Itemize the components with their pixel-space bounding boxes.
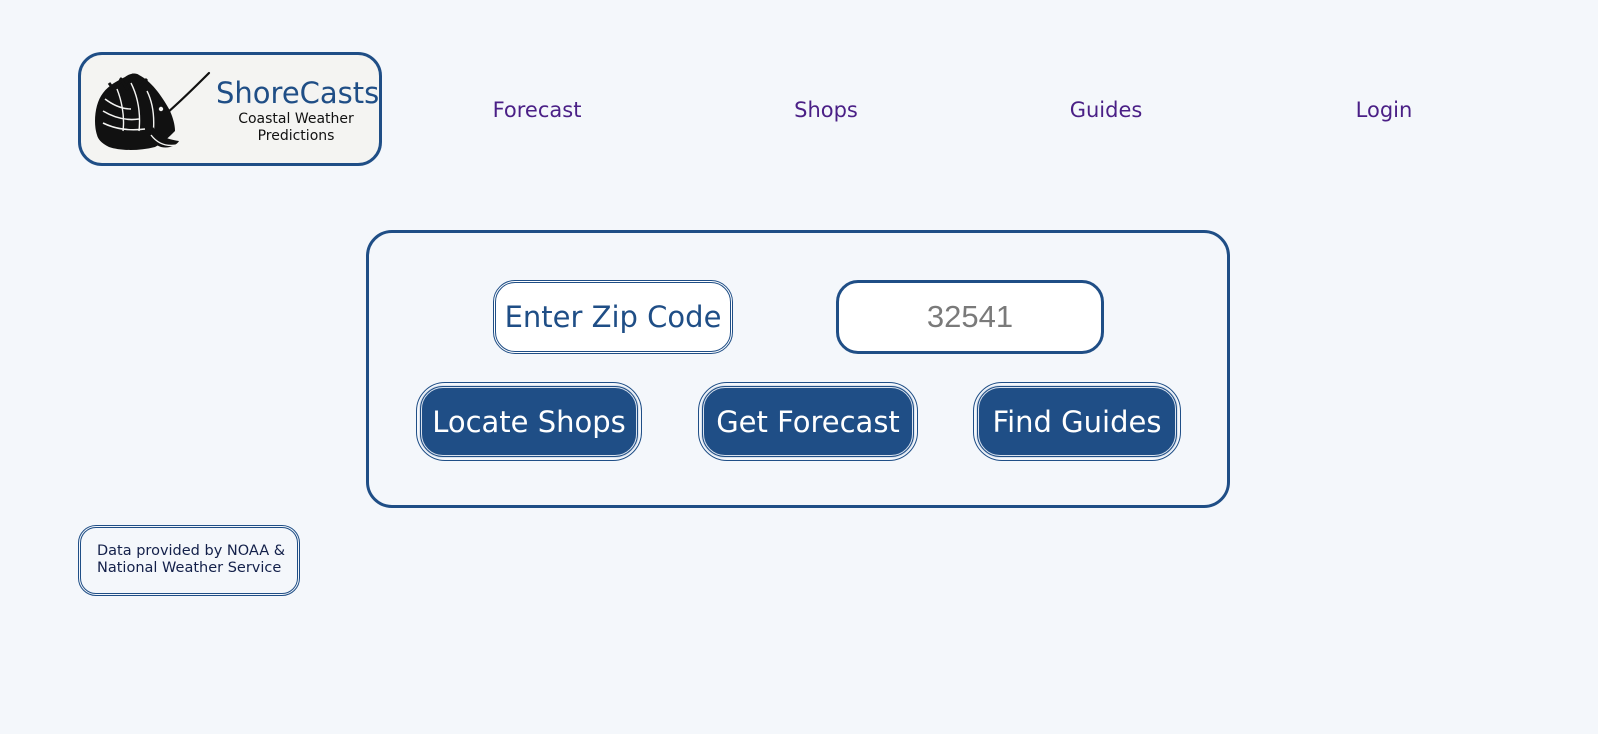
data-credit: Data provided by NOAA & National Weather… [78, 525, 300, 596]
nav-login[interactable]: Login [1356, 97, 1413, 123]
zip-code-label: Enter Zip Code [493, 280, 733, 354]
find-guides-button[interactable]: Find Guides [973, 382, 1181, 461]
nav-guides[interactable]: Guides [1070, 97, 1143, 123]
locate-shops-button[interactable]: Locate Shops [416, 382, 642, 461]
nav-shops[interactable]: Shops [794, 97, 858, 123]
brand-tagline: Coastal Weather Predictions [238, 111, 354, 144]
zip-code-input[interactable] [836, 280, 1104, 354]
sailfish-icon [95, 71, 211, 150]
brand-logo[interactable]: ShoreCasts Coastal Weather Predictions [78, 52, 382, 166]
nav-forecast[interactable]: Forecast [493, 97, 582, 123]
brand-name: ShoreCasts [216, 76, 380, 110]
search-panel [366, 230, 1230, 508]
get-forecast-button[interactable]: Get Forecast [698, 382, 918, 461]
